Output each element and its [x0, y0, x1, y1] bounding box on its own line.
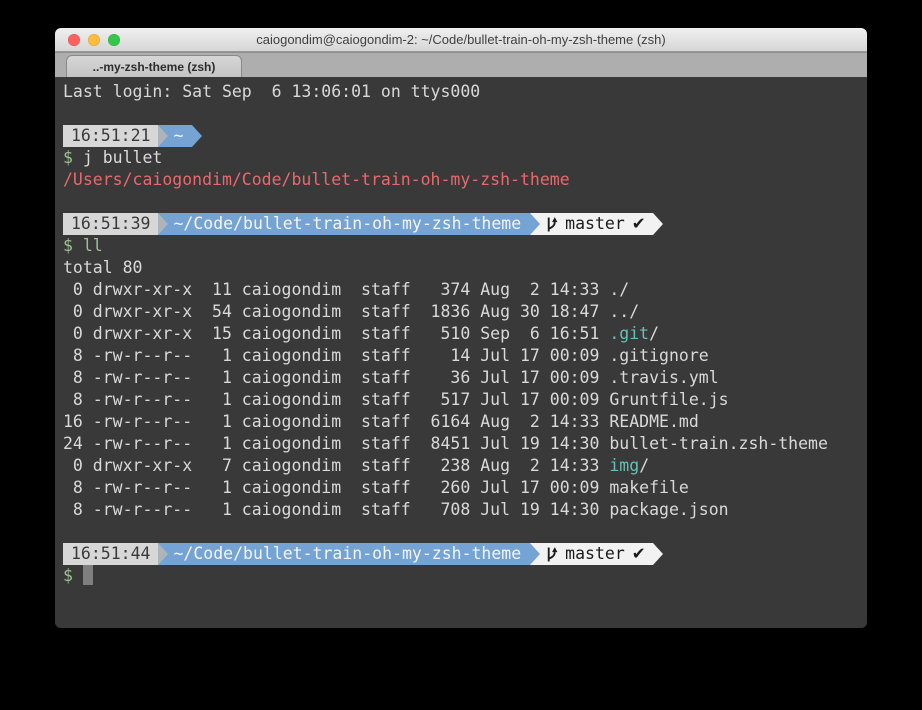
separator-arrow-icon	[530, 543, 540, 565]
ls-row: 0 drwxr-xr-x 7 caiogondim staff 238 Aug …	[63, 455, 859, 477]
ls-listing: 0 drwxr-xr-x 11 caiogondim staff 374 Aug…	[63, 279, 859, 521]
input-line[interactable]: $	[63, 565, 859, 587]
segment-separator	[158, 543, 168, 565]
terminal-window: caiogondim@caiogondim-2: ~/Code/bullet-t…	[55, 28, 867, 628]
git-clean-check-icon: ✔	[632, 213, 646, 235]
command-line: $ ll	[63, 235, 859, 257]
window-titlebar[interactable]: caiogondim@caiogondim-2: ~/Code/bullet-t…	[55, 28, 867, 52]
ls-row: 0 drwxr-xr-x 15 caiogondim staff 510 Sep…	[63, 323, 859, 345]
git-branch-icon	[545, 216, 558, 233]
prompt-dir-segment: ~/Code/bullet-train-oh-my-zsh-theme	[168, 543, 530, 565]
minimize-button[interactable]	[88, 34, 100, 46]
ls-row: 0 drwxr-xr-x 54 caiogondim staff 1836 Au…	[63, 301, 859, 323]
terminal-screen[interactable]: Last login: Sat Sep 6 13:06:01 on ttys00…	[55, 77, 867, 628]
last-login-line: Last login: Sat Sep 6 13:06:01 on ttys00…	[63, 81, 859, 103]
prompt-git-segment: master ✔	[540, 213, 652, 235]
ls-row: 0 drwxr-xr-x 11 caiogondim staff 374 Aug…	[63, 279, 859, 301]
prompt-dir-segment: ~/Code/bullet-train-oh-my-zsh-theme	[168, 213, 530, 235]
blank-line	[63, 191, 859, 213]
ls-row: 8 -rw-r--r-- 1 caiogondim staff 260 Jul …	[63, 477, 859, 499]
separator-arrow-icon	[158, 213, 168, 235]
ls-row: 8 -rw-r--r-- 1 caiogondim staff 36 Jul 1…	[63, 367, 859, 389]
prompt-char: $	[63, 236, 73, 255]
segment-separator	[530, 213, 540, 235]
prompt-line: 16:51:21 ~	[63, 125, 859, 147]
prompt-char: $	[63, 148, 73, 167]
segment-separator	[158, 213, 168, 235]
ls-row: 8 -rw-r--r-- 1 caiogondim staff 14 Jul 1…	[63, 345, 859, 367]
prompt-time: 16:51:21	[71, 125, 150, 147]
tab-label: ..-my-zsh-theme (zsh)	[93, 60, 216, 74]
segment-separator	[158, 125, 168, 147]
prompt-time-segment: 16:51:44	[63, 543, 158, 565]
prompt-time: 16:51:44	[71, 543, 150, 565]
text-cursor	[83, 565, 93, 585]
prompt-git-segment: master ✔	[540, 543, 652, 565]
ls-total-line: total 80	[63, 257, 859, 279]
command-line: $ j bullet	[63, 147, 859, 169]
separator-arrow-icon	[653, 543, 663, 565]
tab-bar: ..-my-zsh-theme (zsh)	[55, 52, 867, 77]
blank-line	[63, 521, 859, 543]
separator-arrow-icon	[192, 125, 202, 147]
separator-arrow-icon	[158, 125, 168, 147]
ls-row: 8 -rw-r--r-- 1 caiogondim staff 708 Jul …	[63, 499, 859, 521]
segment-separator	[530, 543, 540, 565]
prompt-time-segment: 16:51:21	[63, 125, 158, 147]
separator-arrow-icon	[653, 213, 663, 235]
git-clean-check-icon: ✔	[632, 543, 646, 565]
prompt-line: 16:51:44 ~/Code/bullet-train-oh-my-zsh-t…	[63, 543, 859, 565]
directory-name: .git	[609, 324, 649, 343]
ls-row: 16 -rw-r--r-- 1 caiogondim staff 6164 Au…	[63, 411, 859, 433]
prompt-path: ~	[173, 125, 183, 147]
prompt-char: $	[63, 566, 73, 585]
ls-row: 8 -rw-r--r-- 1 caiogondim staff 517 Jul …	[63, 389, 859, 411]
autojump-output: /Users/caiogondim/Code/bullet-train-oh-m…	[63, 169, 859, 191]
separator-arrow-icon	[530, 213, 540, 235]
prompt-path: ~/Code/bullet-train-oh-my-zsh-theme	[173, 543, 521, 565]
terminal-tab[interactable]: ..-my-zsh-theme (zsh)	[66, 55, 242, 77]
separator-arrow-icon	[158, 543, 168, 565]
window-title: caiogondim@caiogondim-2: ~/Code/bullet-t…	[256, 32, 666, 47]
zoom-button[interactable]	[108, 34, 120, 46]
git-branch-name: master	[565, 543, 625, 565]
git-branch-name: master	[565, 213, 625, 235]
traffic-lights	[68, 28, 120, 51]
prompt-time-segment: 16:51:39	[63, 213, 158, 235]
directory-name: img	[609, 456, 639, 475]
ls-row: 24 -rw-r--r-- 1 caiogondim staff 8451 Ju…	[63, 433, 859, 455]
prompt-line: 16:51:39 ~/Code/bullet-train-oh-my-zsh-t…	[63, 213, 859, 235]
command-text: j bullet	[83, 148, 162, 167]
close-button[interactable]	[68, 34, 80, 46]
prompt-time: 16:51:39	[71, 213, 150, 235]
blank-line	[63, 103, 859, 125]
prompt-dir-segment: ~	[168, 125, 192, 147]
command-text: ll	[83, 236, 103, 255]
prompt-path: ~/Code/bullet-train-oh-my-zsh-theme	[173, 213, 521, 235]
git-branch-icon	[545, 546, 558, 563]
